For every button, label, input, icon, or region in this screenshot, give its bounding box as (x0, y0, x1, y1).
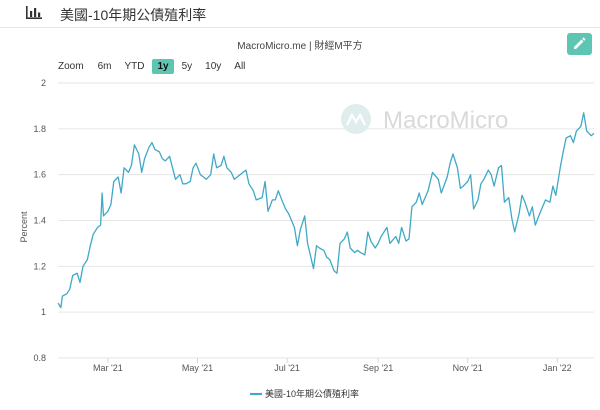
top-bar: 美國-10年期公債殖利率 (0, 0, 600, 28)
legend-label: 美國-10年期公債殖利率 (265, 388, 359, 399)
y-tick-label: 1.2 (33, 261, 46, 271)
x-tick-label: May '21 (182, 363, 213, 373)
x-axis-ticks: Mar '21 May '21 Jul '21 Sep '21 Nov '21 Jan '… (93, 358, 572, 373)
watermark: MacroMicro (341, 104, 508, 134)
x-tick-label: Sep '21 (363, 363, 393, 373)
watermark-text: MacroMicro (383, 107, 508, 134)
x-tick-label: Nov '21 (453, 363, 483, 373)
page-title: 美國-10年期公債殖利率 (60, 7, 207, 23)
grid-lines (58, 82, 594, 359)
x-tick-label: Mar '21 (93, 363, 123, 373)
bar-chart-icon (26, 6, 42, 19)
y-tick-label: 1.8 (33, 124, 46, 134)
y-tick-label: 1.4 (33, 216, 46, 226)
x-tick-label: Jan '22 (543, 363, 572, 373)
y-tick-label: 0.8 (33, 353, 46, 363)
legend[interactable]: 美國-10年期公債殖利率 (250, 388, 359, 399)
y-axis-ticks: 0.8 1 1.2 1.4 1.6 1.8 2 (33, 78, 46, 363)
watermark-logo-icon (341, 104, 371, 134)
y-tick-label: 1 (41, 307, 46, 317)
x-tick-label: Jul '21 (274, 363, 300, 373)
y-axis-label: Percent (19, 211, 29, 243)
series-line[interactable] (57, 112, 595, 309)
line-chart: MacroMicro 0.8 1 1.2 1.4 1.6 1.8 2 Mar '21 May … (19, 78, 595, 399)
y-tick-label: 2 (41, 78, 46, 88)
y-tick-label: 1.6 (33, 170, 46, 180)
